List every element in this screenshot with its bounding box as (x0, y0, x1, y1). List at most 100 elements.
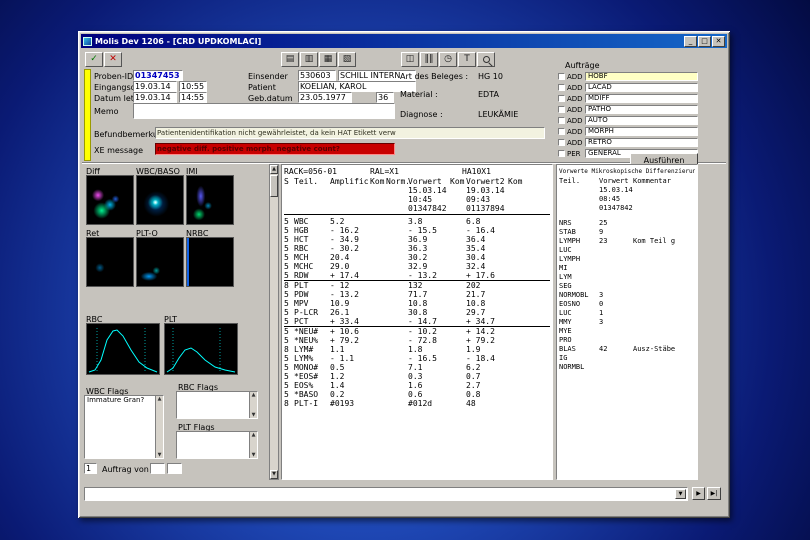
text-tool-button[interactable]: T (458, 51, 476, 67)
auftrag-checkbox[interactable] (558, 73, 565, 80)
auftrag-row[interactable]: ADD HOBF (558, 71, 698, 82)
auftrag-checkbox[interactable] (558, 150, 565, 157)
auftrag-name[interactable]: MDIFF (585, 94, 698, 103)
result-row[interactable]: 5 RDW + 17.4 - 13.2 + 17.6 (284, 271, 550, 281)
result-row[interactable]: 5 HCT - 34.9 36.9 36.4 (284, 235, 550, 244)
patient-name-field[interactable]: KOELIAN, KAROL (298, 81, 416, 92)
history-clock-button[interactable]: ◷ (439, 51, 457, 67)
result-row[interactable]: 5 HGB - 16.2 - 15.5 - 16.4 (284, 226, 550, 235)
print-list-button[interactable]: ▦ (319, 51, 337, 67)
wbc-flags-scrollbar[interactable]: ▲ ▼ (155, 396, 163, 458)
barcode-button[interactable]: ‖‖ (420, 51, 438, 67)
vorwert-time: 10:45 (408, 195, 433, 204)
scroll-down-icon[interactable]: ▼ (270, 470, 278, 479)
eingangsdatum-time-field[interactable]: 10:55 (179, 81, 207, 92)
datum-letzter-date-field[interactable]: 19.03.14 (133, 92, 177, 103)
result-row[interactable]: 5 EOS% 1.4 1.6 2.7 (284, 381, 550, 390)
result-row[interactable]: 8 LYM# 1.1 1.8 1.9 (284, 345, 550, 354)
print-button[interactable]: ▤ (281, 51, 299, 67)
result-row[interactable]: 5 *EOS# 1.2 0.3 0.7 (284, 372, 550, 381)
geburtsdatum-field[interactable]: 23.05.1977 (298, 92, 352, 103)
result-vorwert2: 29.7 (466, 308, 486, 317)
result-row[interactable]: 8 PLT-I #0193 #012d 48 (284, 399, 550, 408)
result-row[interactable]: 5 WBC 5.2 3.8 6.8 (284, 217, 550, 226)
micro-row: LYM (559, 273, 695, 282)
result-row[interactable]: 5 MCH 20.4 30.2 30.4 (284, 253, 550, 262)
flag-item[interactable]: Immature Gran? (85, 396, 163, 405)
auftrag-row[interactable]: ADD AUTO (558, 115, 698, 126)
auftrag-row[interactable]: ADD RETRO (558, 137, 698, 148)
order-from-field[interactable] (150, 463, 165, 474)
auftrag-checkbox[interactable] (558, 106, 565, 113)
command-input[interactable] (86, 489, 674, 499)
result-row[interactable]: 5 LYM% - 1.1 - 16.5 - 18.4 (284, 354, 550, 363)
result-row[interactable]: 5 MONO# 0.5 7.1 6.2 (284, 363, 550, 372)
einsender-label: Einsender (248, 72, 288, 81)
auftrag-row[interactable]: ADD MORPH (558, 126, 698, 137)
alter-field[interactable]: 36 (376, 92, 394, 103)
result-row[interactable]: 5 PCT + 33.4 - 14.7 + 34.7 (284, 317, 550, 327)
plt-flags-scrollbar[interactable]: ▲ ▼ (249, 432, 257, 458)
close-button[interactable]: ✕ (712, 35, 725, 47)
result-row[interactable]: 5 MCHC 29.0 32.9 32.4 (284, 262, 550, 271)
auftrag-checkbox[interactable] (558, 95, 565, 102)
micro-cell-comment (633, 300, 695, 309)
eingangsdatum-date-field[interactable]: 19.03.14 (133, 81, 177, 92)
order-to-field[interactable] (167, 463, 182, 474)
result-row[interactable]: 5 PDW - 13.2 71.7 21.7 (284, 290, 550, 299)
auftrag-row[interactable]: ADD MDIFF (558, 93, 698, 104)
maximize-button[interactable]: □ (698, 35, 711, 47)
auftrag-name[interactable]: HOBF (585, 72, 698, 81)
auftrag-name[interactable]: LACAD (585, 83, 698, 92)
auftrag-name[interactable]: PATHO (585, 105, 698, 114)
scroll-thumb[interactable] (270, 175, 278, 197)
proben-id-field[interactable]: 01347453 (133, 70, 183, 81)
confirm-button[interactable]: ✓ (85, 51, 103, 67)
grid-view-button[interactable]: ◫ (401, 51, 419, 67)
rbc-flags-list[interactable]: ▲ ▼ (176, 391, 258, 419)
plt-flags-list[interactable]: ▲ ▼ (176, 431, 258, 459)
command-combobox[interactable]: ▼ (84, 487, 688, 501)
last-record-button[interactable]: ▶| (707, 487, 721, 500)
befundbemerkung-field[interactable]: Patientenidentifikation nicht gewährleis… (155, 127, 545, 139)
auftrag-checkbox[interactable] (558, 84, 565, 91)
wbc-flags-list[interactable]: Immature Gran? ▲ ▼ (84, 395, 164, 459)
auftrag-name[interactable]: RETRO (585, 138, 698, 147)
micro-id-row: 01347842 (599, 204, 633, 212)
result-row[interactable]: 5 RBC - 30.2 36.3 35.4 (284, 244, 550, 253)
titlebar[interactable]: Molis Dev 1206 - [CRD UPDKOMLACI] _ □ ✕ (81, 34, 727, 48)
results-scrollbar[interactable]: ▲ ▼ (269, 164, 279, 480)
scroll-up-icon[interactable]: ▲ (270, 165, 278, 174)
rbc-flags-scrollbar[interactable]: ▲ ▼ (249, 392, 257, 418)
cancel-button[interactable]: ✕ (104, 51, 122, 67)
auftrag-name[interactable]: AUTO (585, 116, 698, 125)
search-button[interactable] (477, 51, 495, 67)
result-vorwert: 36.9 (408, 235, 428, 244)
print-preview-button[interactable]: ▥ (300, 51, 318, 67)
result-row[interactable]: 5 *NEU% + 79.2 - 72.8 + 79.2 (284, 336, 550, 345)
micro-cell-name: EOSNO (559, 300, 581, 308)
auftrag-row[interactable]: ADD LACAD (558, 82, 698, 93)
memo-field[interactable] (133, 103, 395, 119)
combo-dropdown-icon[interactable]: ▼ (675, 489, 686, 499)
minimize-button[interactable]: _ (684, 35, 697, 47)
auftrag-checkbox[interactable] (558, 128, 565, 135)
scattergram-plt-o (136, 237, 184, 287)
datum-letzter-time-field[interactable]: 14:55 (179, 92, 207, 103)
micro-row: MMY 3 (559, 318, 695, 327)
auftrag-row[interactable]: ADD PATHO (558, 104, 698, 115)
auftrag-checkbox[interactable] (558, 117, 565, 124)
auftrag-checkbox[interactable] (558, 139, 565, 146)
result-row[interactable]: 5 *NEU# + 10.6 - 10.2 + 14.2 (284, 327, 550, 336)
result-row[interactable]: 5 *BASO 0.2 0.6 0.8 (284, 390, 550, 399)
result-row[interactable]: 5 MPV 10.9 10.8 10.8 (284, 299, 550, 308)
result-row[interactable]: 5 P-LCR 26.1 30.8 29.7 (284, 308, 550, 317)
result-row[interactable]: 8 PLT - 12 132 202 (284, 281, 550, 290)
einsender-code-field[interactable]: 530603 (298, 70, 336, 81)
export-button[interactable]: ▧ (338, 51, 356, 67)
result-vorwert: 7.1 (408, 363, 423, 372)
next-record-button[interactable]: ▶ (692, 487, 705, 500)
auftrag-name[interactable]: MORPH (585, 127, 698, 136)
order-count-field[interactable]: 1 (84, 463, 97, 474)
auftraege-title: Aufträge (565, 61, 600, 70)
